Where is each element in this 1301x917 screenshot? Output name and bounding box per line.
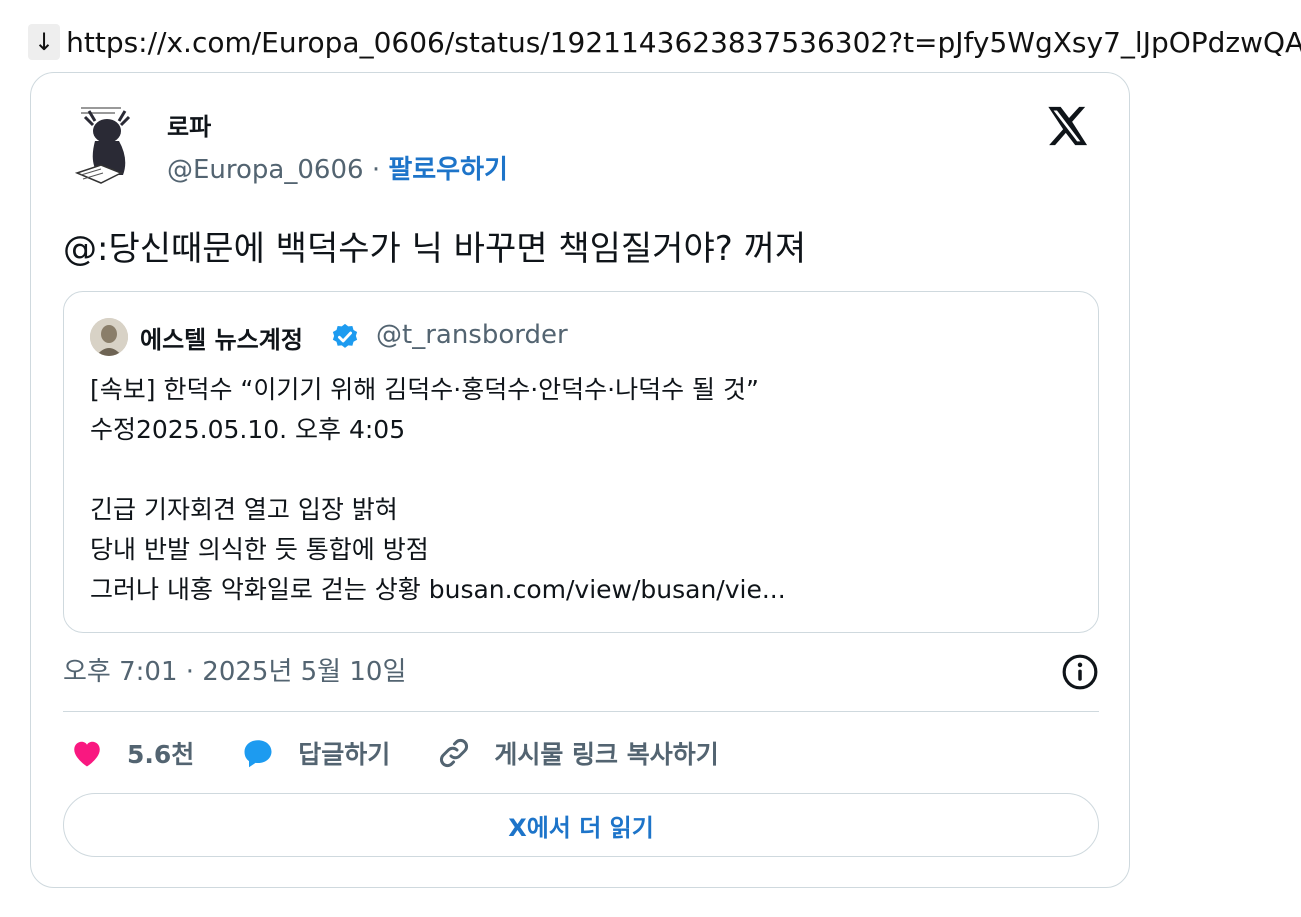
like-button[interactable]: 5.6천	[69, 735, 194, 771]
x-logo-icon[interactable]	[1043, 103, 1089, 149]
divider	[63, 711, 1099, 712]
tweet-timestamp[interactable]: 오후 7:01 · 2025년 5월 10일	[63, 651, 406, 688]
quoted-author-avatar[interactable]	[90, 318, 128, 356]
quote-line	[90, 450, 786, 490]
author-meta: @Europa_0606 · 팔로우하기	[167, 149, 508, 186]
author-avatar[interactable]	[71, 103, 143, 189]
info-icon[interactable]	[1061, 653, 1099, 691]
link-icon	[440, 739, 469, 767]
embedded-tweet-card: 로파 @Europa_0606 · 팔로우하기 @:당신때문에 백덕수가 닉 바…	[30, 72, 1130, 888]
reply-label: 답글하기	[298, 740, 391, 769]
reply-bubble-icon	[244, 740, 272, 768]
author-name[interactable]: 로파	[167, 107, 211, 142]
url-bar: ↓ https://x.com/Europa_0606/status/19211…	[28, 24, 1301, 60]
quote-line: 수정2025.05.10. 오후 4:05	[90, 415, 406, 444]
copy-link-label: 게시물 링크 복사하기	[494, 740, 719, 769]
quoted-author-handle: @t_ransborder	[376, 320, 568, 350]
author-handle[interactable]: @Europa_0606	[167, 155, 364, 185]
quote-line: 그러나 내홍 악화일로 걷는 상황 busan.com/view/busan/v…	[90, 575, 786, 604]
tweet-text: @:당신때문에 백덕수가 닉 바꾸면 책임질거야? 꺼져	[63, 229, 807, 269]
quote-line: [속보] 한덕수 “이기기 위해 김덕수·홍덕수·안덕수·나덕수 될 것”	[90, 375, 759, 404]
read-more-button[interactable]: X에서 더 읽기	[63, 793, 1099, 857]
heart-icon	[74, 741, 100, 767]
copy-link-button[interactable]: 게시물 링크 복사하기	[436, 735, 719, 771]
quoted-author-name[interactable]: 에스텔 뉴스계정	[140, 320, 303, 355]
quoted-tweet-body: [속보] 한덕수 “이기기 위해 김덕수·홍덕수·안덕수·나덕수 될 것” 수정…	[90, 370, 786, 610]
like-count: 5.6천	[127, 740, 195, 769]
verified-badge-icon	[332, 323, 358, 348]
quote-line: 당내 반발 의식한 듯 통합에 방점	[90, 535, 429, 564]
quoted-tweet[interactable]: 에스텔 뉴스계정 @t_ransborder [속보] 한덕수 “이기기 위해 …	[63, 291, 1099, 633]
url-text[interactable]: https://x.com/Europa_0606/status/1921143…	[66, 26, 1301, 59]
down-arrow-icon[interactable]: ↓	[28, 24, 61, 60]
follow-button[interactable]: 팔로우하기	[388, 155, 508, 185]
quote-line: 긴급 기자회견 열고 입장 밝혀	[90, 495, 398, 524]
action-bar: 5.6천 답글하기 게시물 링크 복사하기	[69, 733, 765, 773]
reply-button[interactable]: 답글하기	[240, 735, 390, 771]
separator-dot: ·	[371, 155, 381, 185]
